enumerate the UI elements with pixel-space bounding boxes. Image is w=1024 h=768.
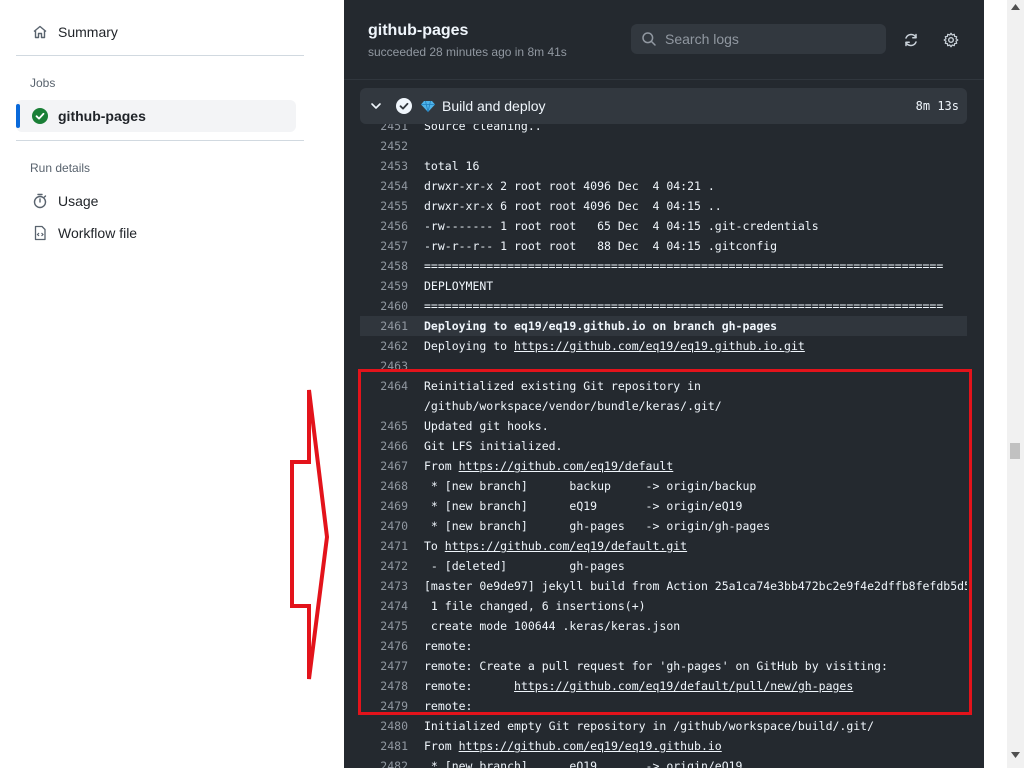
log-line: 2457 -rw-r--r-- 1 root root 88 Dec 4 04:1… <box>360 236 967 256</box>
line-prefix: Deploying to <box>424 339 515 353</box>
log-line: 2455 drwxr-xr-x 6 root root 4096 Dec 4 04… <box>360 196 967 216</box>
gear-icon <box>943 32 959 48</box>
log-line: 2480 Initialized empty Git repository in … <box>360 716 967 736</box>
line-number[interactable]: 2456 <box>360 216 408 236</box>
line-number[interactable]: 2454 <box>360 176 408 196</box>
log-line: 2461 Deploying to eq19/eq19.github.io on … <box>360 316 967 336</box>
line-number[interactable]: 2461 <box>360 316 408 336</box>
line-number[interactable]: 2480 <box>360 716 408 736</box>
line-text: Deploying to https://github.com/eq19/eq1… <box>424 336 805 356</box>
line-text: Source cleaning.. <box>424 124 542 133</box>
header-divider <box>344 79 984 80</box>
log-link[interactable]: https://github.com/eq19/eq19.github.io.g… <box>514 339 805 353</box>
log-line: 2482 * [new branch] eQ19 -> origin/eQ19 <box>360 756 967 768</box>
log-line: 2456 -rw------- 1 root root 65 Dec 4 04:1… <box>360 216 967 236</box>
step-duration: 8m 13s <box>915 99 959 113</box>
line-text: total 16 <box>424 159 480 173</box>
scrollbar-thumb[interactable] <box>1010 443 1020 459</box>
scroll-up-icon[interactable] <box>1011 4 1020 10</box>
divider <box>16 140 304 141</box>
line-number[interactable]: 2453 <box>360 156 408 176</box>
page-scrollbar[interactable] <box>1007 0 1024 768</box>
gem-icon <box>420 98 436 114</box>
line-number[interactable]: 2482 <box>360 756 408 768</box>
line-text: DEPLOYMENT <box>424 279 494 293</box>
arrow-annotation-icon <box>289 387 331 688</box>
line-number[interactable]: 2455 <box>360 196 408 216</box>
job-title: github-pages <box>368 22 469 39</box>
line-number[interactable]: 2457 <box>360 236 408 256</box>
log-line: 2458 ====================================… <box>360 256 967 276</box>
log-line: 2454 drwxr-xr-x 2 root root 4096 Dec 4 04… <box>360 176 967 196</box>
line-text: drwxr-xr-x 2 root root 4096 Dec 4 04:21 … <box>424 179 715 193</box>
line-number[interactable]: 2458 <box>360 256 408 276</box>
log-line: 2481 From https://github.com/eq19/eq19.gi… <box>360 736 967 756</box>
job-status: succeeded 28 minutes ago in 8m 41s <box>368 45 567 59</box>
log-line: 2459 DEPLOYMENT <box>360 276 967 296</box>
line-text: ========================================… <box>424 299 944 313</box>
divider <box>16 55 304 56</box>
sidebar-item-usage[interactable]: Usage <box>16 185 296 217</box>
log-line: 2452 <box>360 136 967 156</box>
log-link[interactable]: https://github.com/eq19/eq19.github.io <box>459 739 722 753</box>
check-circle-icon <box>396 98 412 114</box>
sidebar-item-label: Usage <box>58 193 99 209</box>
home-icon <box>32 24 48 40</box>
line-number[interactable]: 2452 <box>360 136 408 156</box>
settings-button[interactable] <box>939 28 963 52</box>
refresh-button[interactable] <box>899 28 923 52</box>
check-circle-icon <box>32 108 48 124</box>
sidebar-item-label: Workflow file <box>58 225 138 241</box>
sync-icon <box>905 33 917 47</box>
line-text: ========================================… <box>424 259 944 273</box>
sidebar-item-job[interactable]: github-pages <box>16 100 296 132</box>
line-text: -rw------- 1 root root 65 Dec 4 04:15 .g… <box>424 219 819 233</box>
log-line: 2451 Source cleaning.. <box>360 124 967 136</box>
line-number[interactable]: 2481 <box>360 736 408 756</box>
line-text: * [new branch] eQ19 -> origin/eQ19 <box>424 759 743 768</box>
line-text: Initialized empty Git repository in /git… <box>424 719 875 733</box>
step-header-build-and-deploy[interactable]: Build and deploy 8m 13s <box>360 88 967 124</box>
file-code-icon <box>32 225 48 241</box>
line-number[interactable]: 2462 <box>360 336 408 356</box>
line-text: drwxr-xr-x 6 root root 4096 Dec 4 04:15 … <box>424 199 722 213</box>
sidebar-item-label: Summary <box>58 24 118 40</box>
sidebar-item-workflow-file[interactable]: Workflow file <box>16 217 296 249</box>
log-line: 2462 Deploying to https://github.com/eq19… <box>360 336 967 356</box>
line-number[interactable]: 2460 <box>360 296 408 316</box>
line-prefix: From <box>424 739 459 753</box>
stopwatch-icon <box>32 193 48 209</box>
search-logs-input[interactable]: Search logs <box>631 24 886 54</box>
active-indicator <box>16 104 20 128</box>
line-text: Deploying to eq19/eq19.github.io on bran… <box>424 319 778 333</box>
step-name: Build and deploy <box>442 98 546 114</box>
line-number[interactable]: 2451 <box>360 124 408 136</box>
line-text: -rw-r--r-- 1 root root 88 Dec 4 04:15 .g… <box>424 239 778 253</box>
line-number[interactable]: 2459 <box>360 276 408 296</box>
line-text: From https://github.com/eq19/eq19.github… <box>424 736 722 756</box>
jobs-heading: Jobs <box>30 76 56 90</box>
chevron-down-icon <box>368 98 384 114</box>
search-icon <box>642 32 656 46</box>
search-placeholder: Search logs <box>665 31 739 47</box>
scroll-down-icon[interactable] <box>1011 752 1020 758</box>
log-line: 2460 ====================================… <box>360 296 967 316</box>
sidebar-item-summary[interactable]: Summary <box>16 16 296 48</box>
run-details-heading: Run details <box>30 161 91 175</box>
highlight-box <box>358 369 972 715</box>
log-line: 2453 total 16 <box>360 156 967 176</box>
sidebar-item-label: github-pages <box>58 108 146 124</box>
